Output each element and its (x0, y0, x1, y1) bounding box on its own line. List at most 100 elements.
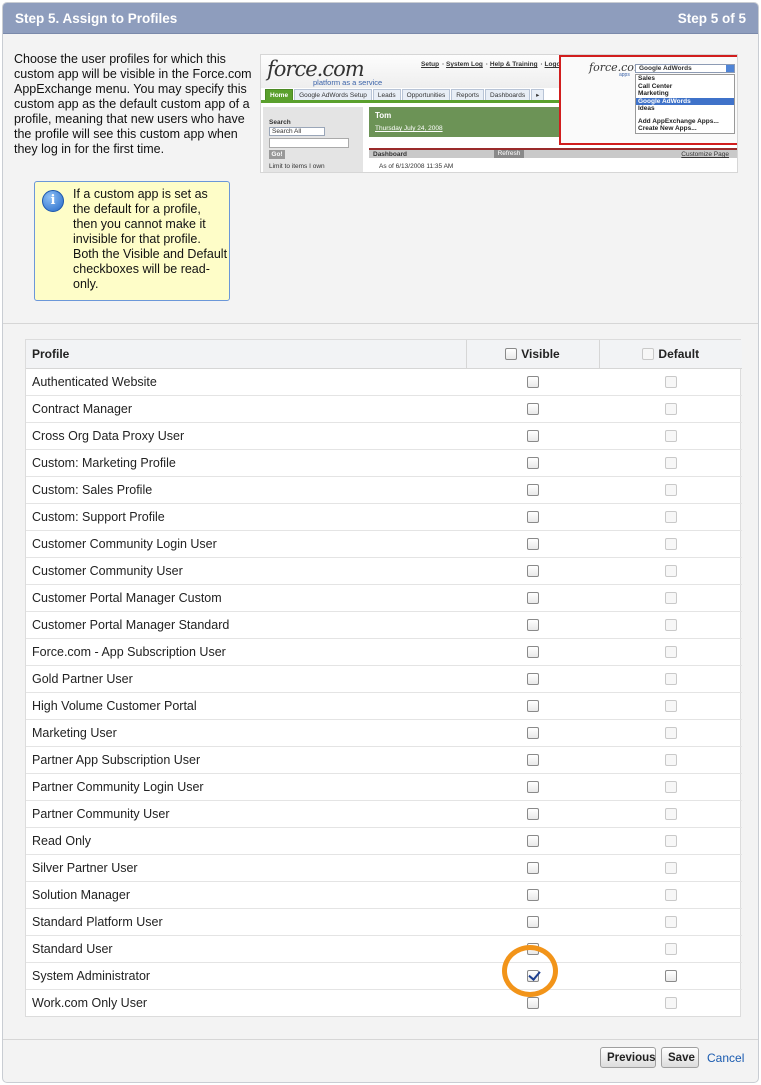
visible-checkbox[interactable] (526, 808, 539, 821)
table-row: Partner Community Login User (26, 773, 742, 801)
cancel-link[interactable]: Cancel (707, 1051, 744, 1065)
visible-checkbox[interactable] (526, 916, 539, 929)
previous-button[interactable]: Previous (600, 1047, 656, 1068)
visible-checkbox[interactable] (526, 997, 539, 1010)
step-title: Step 5. Assign to Profiles (15, 11, 178, 26)
table-row: Custom: Support Profile (26, 503, 742, 531)
table-row: System Administrator (26, 962, 742, 990)
default-cell (599, 935, 742, 963)
default-cell (599, 584, 742, 612)
step-count: Step 5 of 5 (677, 11, 746, 26)
visible-cell (466, 449, 599, 477)
preview-link: System Log (446, 61, 483, 68)
visible-checkbox[interactable] (526, 781, 539, 794)
visible-checkbox[interactable] (526, 700, 539, 713)
table-row: Partner App Subscription User (26, 746, 742, 774)
table-row: Custom: Marketing Profile (26, 449, 742, 477)
preview-app-logo-sub: apps (619, 72, 630, 78)
preview-go-button: Go! (269, 150, 285, 159)
visible-checkbox[interactable] (526, 511, 539, 524)
visible-cell (466, 638, 599, 666)
preview-user-name: Tom (375, 111, 392, 120)
table-body: Authenticated Website Contract Manager Cro… (26, 368, 742, 1016)
table-row: Customer Portal Manager Custom (26, 584, 742, 612)
default-cell (599, 746, 742, 774)
preview-search-input (269, 138, 349, 148)
profile-name: Customer Community User (26, 557, 466, 585)
visible-checkbox[interactable] (526, 430, 539, 443)
default-checkbox (664, 538, 677, 551)
visible-cell (466, 719, 599, 747)
chevron-down-icon (726, 65, 734, 72)
visible-checkbox[interactable] (526, 889, 539, 902)
preview-app-item: Add AppExchange Apps... (638, 117, 719, 125)
preview-limit-text: Limit to items I own (269, 163, 325, 170)
visible-checkbox[interactable] (526, 484, 539, 497)
visible-checkbox[interactable] (526, 673, 539, 686)
visible-checkbox[interactable] (526, 862, 539, 875)
visible-checkbox[interactable] (526, 727, 539, 740)
visible-checkbox[interactable] (526, 538, 539, 551)
preview-app-item: Ideas (638, 105, 655, 112)
default-cell (599, 962, 742, 990)
default-cell (599, 638, 742, 666)
section-divider (3, 323, 758, 324)
save-button[interactable]: Save (661, 1047, 699, 1068)
visible-cell (466, 665, 599, 693)
table-row: Cross Org Data Proxy User (26, 422, 742, 450)
visible-cell (466, 557, 599, 585)
default-checkbox (664, 916, 677, 929)
table-row: Force.com - App Subscription User (26, 638, 742, 666)
preview-tab: Dashboards (485, 89, 531, 100)
visible-cell (466, 395, 599, 423)
visible-checkbox[interactable] (526, 565, 539, 578)
visible-checkbox[interactable] (526, 376, 539, 389)
visible-checkbox[interactable] (526, 403, 539, 416)
visible-checkbox[interactable] (526, 646, 539, 659)
preview-tab: Leads (372, 89, 401, 100)
table-row: Custom: Sales Profile (26, 476, 742, 504)
select-all-visible-checkbox[interactable] (505, 347, 518, 360)
default-checkbox (664, 565, 677, 578)
default-cell (599, 530, 742, 558)
default-cell (599, 881, 742, 909)
preview-tab: Reports (451, 89, 485, 100)
profile-name: Solution Manager (26, 881, 466, 909)
default-cell (599, 476, 742, 504)
visible-checkbox[interactable] (526, 754, 539, 767)
preview-dashboard-label: Dashboard (373, 151, 407, 158)
visible-cell (466, 962, 599, 990)
table-row: Authenticated Website (26, 368, 742, 396)
table-row: Work.com Only User (26, 989, 742, 1016)
preview-app-list: Sales Call Center Marketing Google AdWor… (635, 74, 735, 134)
visible-checkbox[interactable] (526, 457, 539, 470)
visible-checkbox[interactable] (526, 592, 539, 605)
preview-app-item: Call Center (638, 82, 673, 90)
profile-name: Authenticated Website (26, 368, 466, 396)
table-row: Contract Manager (26, 395, 742, 423)
visible-checkbox[interactable] (526, 835, 539, 848)
visible-cell (466, 476, 599, 504)
default-checkbox (664, 376, 677, 389)
default-cell (599, 422, 742, 450)
footer-divider (3, 1039, 758, 1040)
preview-link: Setup (421, 61, 440, 68)
profile-name: Read Only (26, 827, 466, 855)
table-row: High Volume Customer Portal (26, 692, 742, 720)
visible-cell (466, 584, 599, 612)
preview-app-selected: Google AdWords (639, 65, 692, 72)
visible-checkbox[interactable] (526, 619, 539, 632)
table-row: Customer Community User (26, 557, 742, 585)
default-checkbox (664, 862, 677, 875)
default-checkbox (664, 484, 677, 497)
default-checkbox (664, 997, 677, 1010)
default-cell (599, 908, 742, 936)
profile-name: Standard User (26, 935, 466, 963)
default-checkbox (664, 511, 677, 524)
default-checkbox (664, 808, 677, 821)
visible-cell (466, 368, 599, 396)
visible-checkbox[interactable] (526, 970, 539, 983)
default-cell (599, 827, 742, 855)
visible-checkbox[interactable] (526, 943, 539, 956)
default-checkbox[interactable] (664, 970, 677, 983)
